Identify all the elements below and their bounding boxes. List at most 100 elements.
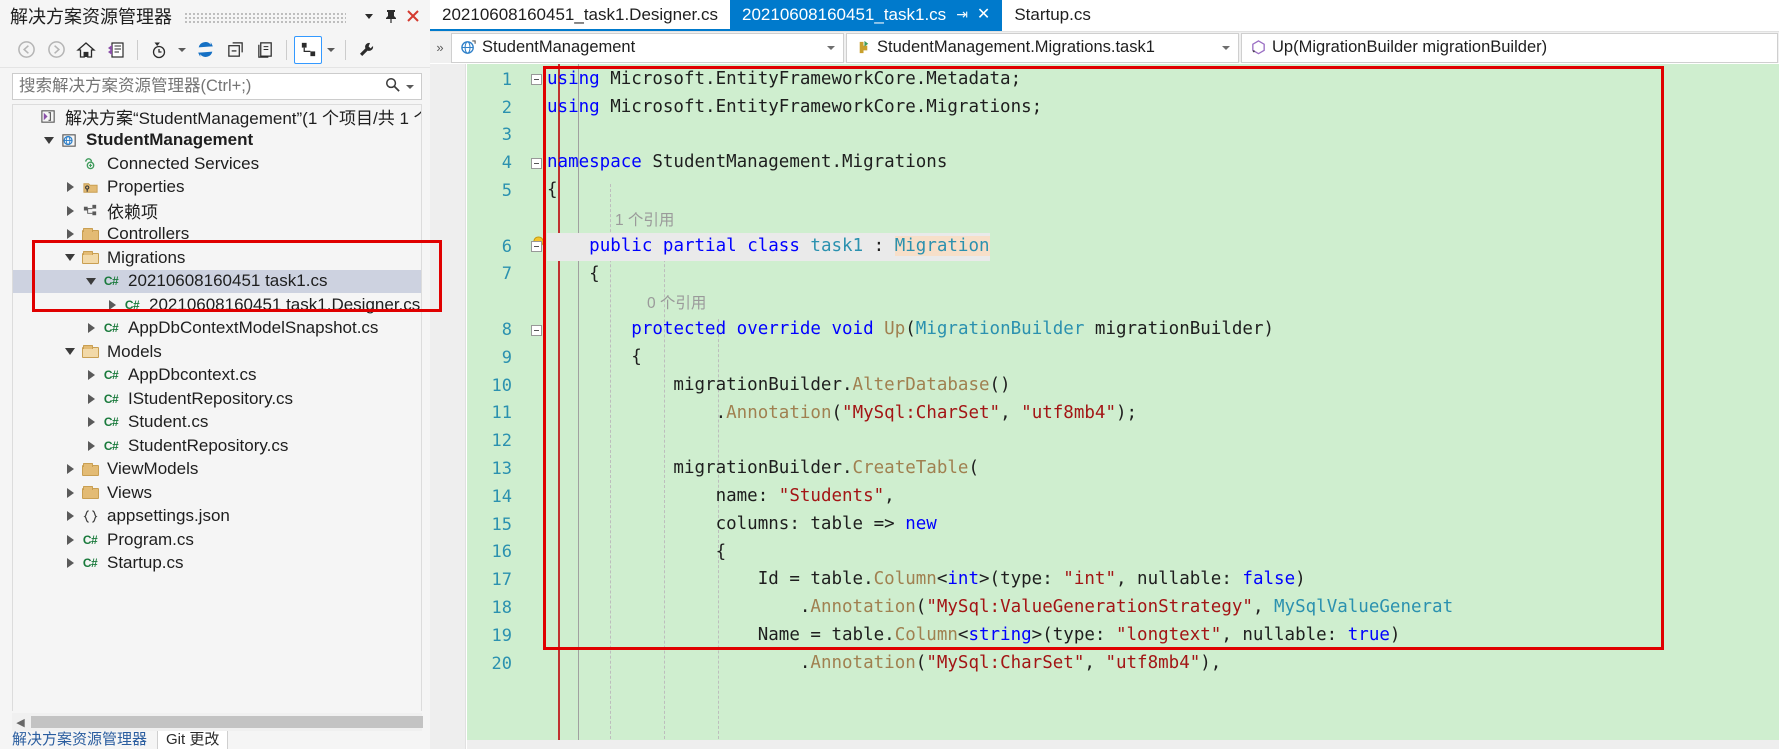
tree-item-1[interactable]: StudentManagement xyxy=(13,129,421,153)
tree-item-15[interactable]: ViewModels xyxy=(13,458,421,482)
chevron-right-icon[interactable] xyxy=(61,484,79,502)
code-line-1[interactable]: 1 using Microsoft.EntityFrameworkCore.Met… xyxy=(467,66,1779,94)
code-line-17[interactable]: 17 Id = table.Column<int>(type: "int", n… xyxy=(467,566,1779,594)
chevron-right-icon[interactable] xyxy=(61,225,79,243)
collapse-box-icon[interactable] xyxy=(525,74,547,86)
properties-wrench-icon[interactable] xyxy=(353,36,381,64)
code-line-2[interactable]: 2 using Microsoft.EntityFrameworkCore.Mig… xyxy=(467,94,1779,122)
sync-document-icon[interactable] xyxy=(102,36,130,64)
chevron-down-icon[interactable] xyxy=(61,249,79,267)
tree-item-17[interactable]: appsettings.json xyxy=(13,505,421,529)
code-line-5[interactable]: 5{ xyxy=(467,177,1779,205)
tree-item-19[interactable]: C# Startup.cs xyxy=(13,552,421,576)
home-icon[interactable] xyxy=(72,36,100,64)
navbar-overflow-chevron-icon[interactable]: » xyxy=(430,40,450,55)
chevron-right-icon[interactable] xyxy=(61,531,79,549)
code-line-6[interactable]: 6 public partial class task1 : Migration xyxy=(467,232,1779,261)
code-line-10[interactable]: 10 migrationBuilder.AlterDatabase() xyxy=(467,372,1779,400)
collapse-box-icon[interactable] xyxy=(525,157,547,169)
navbar-member-dropdown[interactable]: Up(MigrationBuilder migrationBuilder) xyxy=(1241,32,1778,63)
tree-item-4[interactable]: 依赖项 xyxy=(13,199,421,223)
pin-icon[interactable] xyxy=(380,4,402,28)
chevron-right-icon[interactable] xyxy=(61,178,79,196)
code-line-8[interactable]: 8 protected override void Up(MigrationBu… xyxy=(467,316,1779,344)
tree-item-5[interactable]: Controllers xyxy=(13,223,421,247)
code-line-9[interactable]: 9 { xyxy=(467,344,1779,372)
tree-item-12[interactable]: C# IStudentRepository.cs xyxy=(13,387,421,411)
tree-item-16[interactable]: Views xyxy=(13,481,421,505)
tree-item-13[interactable]: C# Student.cs xyxy=(13,411,421,435)
chevron-right-icon[interactable] xyxy=(82,437,100,455)
chevron-right-icon[interactable] xyxy=(103,296,121,314)
pending-changes-dropdown-caret[interactable] xyxy=(175,48,189,52)
codelens-label[interactable]: 1 个引用 xyxy=(615,208,674,230)
chevron-down-icon[interactable] xyxy=(40,131,58,149)
tree-item-8[interactable]: C# 20210608160451 task1.Designer.cs xyxy=(13,293,421,317)
code-line-4[interactable]: 4 namespace StudentManagement.Migrations xyxy=(467,149,1779,177)
bottom-tab-solution-explorer[interactable]: 解决方案资源管理器 xyxy=(12,731,147,749)
collapse-all-icon[interactable] xyxy=(221,36,249,64)
chevron-right-icon[interactable] xyxy=(82,390,100,408)
search-icon[interactable] xyxy=(384,76,401,98)
code-line-16[interactable]: 16 { xyxy=(467,539,1779,567)
tree-item-14[interactable]: C# StudentRepository.cs xyxy=(13,434,421,458)
code-line-20[interactable]: 20 .Annotation("MySql:CharSet", "utf8mb4… xyxy=(467,650,1779,678)
editor-hscrollbar[interactable] xyxy=(467,740,1779,749)
editor-tab-2[interactable]: Startup.cs xyxy=(1002,0,1103,31)
chevron-down-icon[interactable] xyxy=(82,272,100,290)
tree-item-18[interactable]: C# Program.cs xyxy=(13,528,421,552)
close-icon[interactable]: ✕ xyxy=(977,6,990,23)
navbar-type-dropdown[interactable]: StudentManagement.Migrations.task1 xyxy=(846,32,1239,63)
chevron-down-icon[interactable] xyxy=(358,4,380,28)
view-options-icon[interactable] xyxy=(294,35,322,64)
chevron-right-icon[interactable] xyxy=(82,413,100,431)
code-editor[interactable]: 1 using Microsoft.EntityFrameworkCore.Met… xyxy=(430,64,1779,749)
search-options-caret[interactable] xyxy=(403,85,417,89)
hscroll-thumb[interactable] xyxy=(31,716,423,728)
code-line-18[interactable]: 18 .Annotation("MySql:ValueGenerationStr… xyxy=(467,594,1779,622)
tree-item-3[interactable]: Properties xyxy=(13,176,421,200)
back-arrow-icon[interactable] xyxy=(12,36,40,64)
forward-arrow-icon[interactable] xyxy=(42,36,70,64)
code-line-13[interactable]: 13 migrationBuilder.CreateTable( xyxy=(467,455,1779,483)
bottom-tab-git-changes[interactable]: Git 更改 xyxy=(157,731,229,749)
chevron-right-icon[interactable] xyxy=(61,554,79,572)
chevron-right-icon[interactable] xyxy=(61,507,79,525)
hscroll-track[interactable] xyxy=(29,715,423,729)
editor-tab-0[interactable]: 20210608160451_task1.Designer.cs xyxy=(430,0,730,31)
codelens-class-references[interactable]: 1 个引用 xyxy=(467,205,1779,233)
chevron-right-icon[interactable] xyxy=(61,460,79,478)
code-line-list[interactable]: 1 using Microsoft.EntityFrameworkCore.Met… xyxy=(467,66,1779,749)
code-line-15[interactable]: 15 columns: table => new xyxy=(467,511,1779,539)
tree-item-6[interactable]: Migrations xyxy=(13,246,421,270)
code-line-14[interactable]: 14 name: "Students", xyxy=(467,483,1779,511)
solution-tree-hscrollbar[interactable]: ◀ ▶ xyxy=(12,713,423,731)
view-options-dropdown-caret[interactable] xyxy=(324,48,338,52)
tree-item-11[interactable]: C# AppDbcontext.cs xyxy=(13,364,421,388)
refresh-icon[interactable] xyxy=(191,36,219,64)
code-line-11[interactable]: 11 .Annotation("MySql:CharSet", "utf8mb4… xyxy=(467,400,1779,428)
chevron-right-icon[interactable] xyxy=(82,319,100,337)
close-icon[interactable] xyxy=(402,4,424,28)
chevron-down-icon[interactable] xyxy=(61,343,79,361)
hscroll-left-arrow[interactable]: ◀ xyxy=(12,716,29,729)
search-input[interactable] xyxy=(13,77,384,96)
tree-item-2[interactable]: Connected Services xyxy=(13,152,421,176)
editor-tab-1[interactable]: 20210608160451_task1.cs ⇥ ✕ xyxy=(730,0,1003,31)
code-line-7[interactable]: 7 { xyxy=(467,261,1779,289)
tree-item-9[interactable]: C# AppDbContextModelSnapshot.cs xyxy=(13,317,421,341)
tree-item-0[interactable]: 解决方案“StudentManagement”(1 个项目/共 1 个) xyxy=(13,105,421,129)
chevron-right-icon[interactable] xyxy=(82,366,100,384)
navbar-type-caret-icon[interactable] xyxy=(1218,46,1234,50)
codelens-method-references[interactable]: 0 个引用 xyxy=(467,288,1779,316)
codelens-label[interactable]: 0 个引用 xyxy=(647,291,706,313)
navbar-project-caret-icon[interactable] xyxy=(823,46,839,50)
tree-item-7[interactable]: C# 20210608160451 task1.cs xyxy=(13,269,421,293)
search-box[interactable] xyxy=(12,73,422,100)
show-all-files-icon[interactable] xyxy=(251,36,279,64)
tree-item-10[interactable]: Models xyxy=(13,340,421,364)
pin-icon[interactable]: ⇥ xyxy=(956,6,968,23)
code-line-3[interactable]: 3 xyxy=(467,122,1779,150)
code-line-12[interactable]: 12 xyxy=(467,427,1779,455)
pending-changes-clock-icon[interactable] xyxy=(145,36,173,64)
